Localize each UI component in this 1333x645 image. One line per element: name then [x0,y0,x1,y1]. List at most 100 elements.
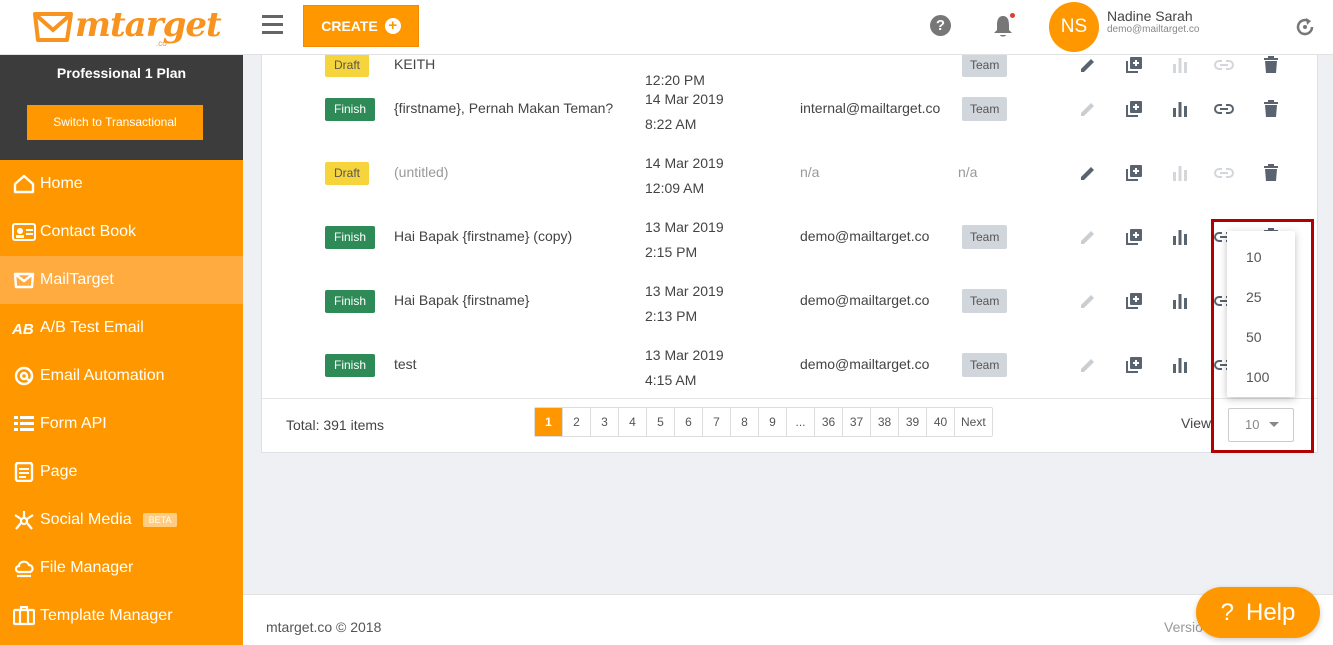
campaign-subject[interactable]: {firstname}, Pernah Makan Teman? [394,100,613,116]
sidebar-item-home[interactable]: Home [0,160,243,208]
total-items: Total: 391 items [286,417,385,433]
table-row[interactable]: Finish Hai Bapak {firstname} 13 Mar 2019 2:… [262,270,1317,334]
page-button[interactable]: 5 [647,408,675,436]
campaign-date: 14 Mar 2019 [645,91,724,107]
trash-icon[interactable] [1261,163,1281,183]
bar-chart-icon[interactable] [1170,163,1190,183]
create-button[interactable]: CREATE + [303,5,419,47]
duplicate-icon[interactable] [1124,55,1144,75]
edit-icon[interactable] [1078,99,1098,119]
campaign-subject[interactable]: Hai Bapak {firstname} (copy) [394,228,572,244]
duplicate-icon[interactable] [1124,99,1144,119]
page-button[interactable]: 7 [703,408,731,436]
duplicate-icon[interactable] [1124,227,1144,247]
edit-icon[interactable] [1078,355,1098,375]
sidebar-item-email-automation[interactable]: Email Automation [0,352,243,400]
page-size-option-25[interactable]: 25 [1227,277,1295,317]
create-label: CREATE [321,18,378,34]
page-button[interactable]: 2 [563,408,591,436]
edit-icon[interactable] [1078,163,1098,183]
edit-icon[interactable] [1078,291,1098,311]
page-size-option-100[interactable]: 100 [1227,357,1295,397]
copyright: mtarget.co © 2018 [266,619,382,635]
campaign-subject[interactable]: test [394,356,417,372]
campaign-subject[interactable]: Hai Bapak {firstname} [394,292,529,308]
page-button[interactable]: 1 [535,408,563,436]
notification-bell-icon[interactable] [991,13,1015,39]
trash-icon[interactable] [1261,55,1281,75]
help-button[interactable]: ? Help [1196,587,1320,638]
campaign-sender: internal@mailtarget.co [800,100,941,116]
sidebar-item-form-api[interactable]: Form API [0,400,243,448]
campaign-datetime: 14 Mar 2019 8:22 AM [645,87,724,137]
bar-chart-icon[interactable] [1170,291,1190,311]
bar-chart-icon[interactable] [1170,99,1190,119]
sidebar-item-social-media[interactable]: Social Media BETA [0,496,243,544]
table-row[interactable]: Draft (untitled) 14 Mar 2019 12:09 AM n/a n/a [262,142,1317,206]
table-row[interactable]: Finish {firstname}, Pernah Makan Teman? 14… [262,78,1317,142]
page-button[interactable]: 3 [591,408,619,436]
hamburger-menu-icon[interactable] [262,15,284,37]
page-button[interactable]: 9 [759,408,787,436]
campaign-subject[interactable]: (untitled) [394,164,448,180]
plan-box: Professional 1 Plan Switch to Transactio… [0,55,243,160]
avatar[interactable]: NS [1049,2,1099,52]
page-button[interactable]: 6 [675,408,703,436]
switch-to-transactional-button[interactable]: Switch to Transactional [27,105,203,140]
campaign-date [645,55,705,68]
sidebar-item-ab-test-email[interactable]: AB A/B Test Email [0,304,243,352]
page-button[interactable]: 40 [927,408,955,436]
link-icon[interactable] [1214,99,1234,119]
campaign-sender: n/a [800,164,820,180]
page-button[interactable]: 37 [843,408,871,436]
mtarget-logo[interactable]: mtarget .co [32,4,222,52]
view-page-size-select[interactable]: 10 [1228,408,1294,442]
sidebar-item-contact-book[interactable]: Contact Book [0,208,243,256]
duplicate-icon[interactable] [1124,291,1144,311]
user-name[interactable]: Nadine Sarah [1107,8,1193,24]
page-size-dropdown: 10 25 50 100 [1227,231,1295,397]
sidebar-item-mailtarget[interactable]: MailTarget [0,256,243,304]
bar-chart-icon[interactable] [1170,55,1190,75]
campaign-date: 13 Mar 2019 [645,283,724,299]
table-row[interactable]: Finish test 13 Mar 2019 4:15 AM demo@mailtar… [262,334,1317,398]
link-icon[interactable] [1214,163,1234,183]
edit-icon[interactable] [1078,227,1098,247]
duplicate-icon[interactable] [1124,163,1144,183]
sidebar-item-label: Social Media [40,511,132,528]
trash-icon[interactable] [1261,99,1281,119]
campaign-time: 4:15 AM [645,372,697,388]
status-badge: Finish [325,354,376,377]
campaign-sender: demo@mailtarget.co [800,228,930,244]
page-size-option-10[interactable]: 10 [1227,237,1295,277]
edit-icon[interactable] [1078,55,1098,75]
page-size-option-50[interactable]: 50 [1227,317,1295,357]
cloud-icon [12,557,36,579]
bar-chart-icon[interactable] [1170,355,1190,375]
campaign-datetime: 13 Mar 2019 2:13 PM [645,279,724,329]
page-button[interactable]: 38 [871,408,899,436]
help-circle-icon[interactable]: ? [930,15,951,36]
sidebar-item-label: Form API [40,415,107,432]
duplicate-icon[interactable] [1124,355,1144,375]
template-icon [12,605,36,627]
next-page-button[interactable]: Next [955,408,992,436]
sidebar-item-file-manager[interactable]: File Manager [0,544,243,592]
refresh-icon[interactable] [1293,15,1317,39]
page-button[interactable]: 39 [899,408,927,436]
link-icon[interactable] [1214,55,1234,75]
page-button[interactable]: 36 [815,408,843,436]
campaign-time: 12:09 AM [645,180,705,196]
campaign-datetime: 13 Mar 2019 4:15 AM [645,343,724,393]
table-row[interactable]: Finish Hai Bapak {firstname} (copy) 13 Mar… [262,206,1317,270]
logo-envelope-icon [33,12,73,42]
page-button[interactable]: 8 [731,408,759,436]
sidebar-item-label: Template Manager [40,607,173,624]
bar-chart-icon[interactable] [1170,227,1190,247]
sidebar-item-page[interactable]: Page [0,448,243,496]
contact-card-icon [12,221,36,243]
sidebar-item-template-manager[interactable]: Template Manager [0,592,243,640]
page-button[interactable]: 4 [619,408,647,436]
user-email: demo@mailtarget.co [1107,24,1200,35]
campaign-subject[interactable]: KEITH [394,56,435,72]
